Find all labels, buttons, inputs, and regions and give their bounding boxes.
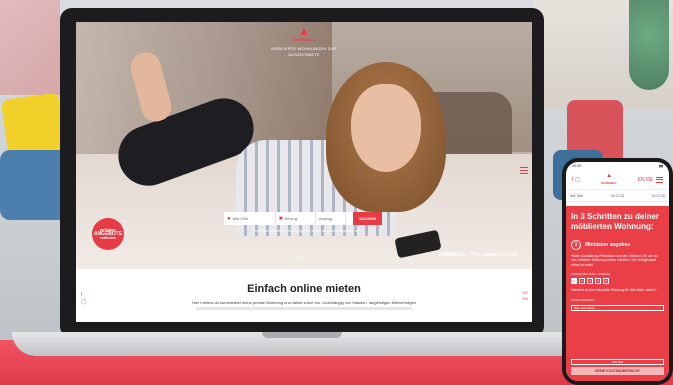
offers-badge[interactable]: verfügbare ANGEBOTE entdecken [92, 218, 124, 250]
hamburger-menu-icon[interactable] [520, 167, 528, 174]
step-text: Wähle Ausstattung, Reisedauer und den Ze… [571, 254, 658, 267]
plant [629, 0, 669, 90]
phone-header: f ◯ ▲ DAREBELL EN DE [566, 170, 669, 190]
step-label: Mietdaten angeben [585, 242, 631, 248]
location-pin-icon: ● [227, 215, 231, 222]
phone-location[interactable]: Alle Orte [570, 194, 583, 198]
hero-feet [127, 49, 175, 125]
social-links: f ◯ [81, 292, 87, 306]
lang-en[interactable]: EN [522, 296, 528, 302]
brand-logo[interactable]: ▲ DAREBELL [292, 25, 316, 42]
signal-icon: ▮▮ [659, 164, 663, 168]
search-bar: ● Alle Orte ■ Einzug Auszug SUCHEN [224, 212, 382, 225]
checkin-placeholder: Einzug [284, 216, 297, 221]
wall-picture [0, 0, 60, 95]
phone-menu-icon[interactable] [656, 176, 663, 183]
location-value: Alle Orte [232, 216, 249, 221]
search-hint: Finde deine perfekte Wohnung oder schau … [252, 229, 360, 233]
persons-selector: 1 2 3 4 5 [571, 278, 664, 285]
step-number: 1 [571, 240, 581, 250]
persons-label: PERSONEN (INKL. KINDER) [571, 272, 611, 277]
checkout-field[interactable]: Auszug [316, 212, 346, 225]
scroll-down-chevron-icon[interactable]: ⌄ [298, 252, 305, 261]
brand-claim: DAREBELL - The simplest choice. [439, 252, 520, 258]
section-text-line [196, 307, 412, 310]
phone-title: In 3 Schritten zu deiner möblierten Wohn… [571, 212, 660, 231]
checkin-field[interactable]: ■ Einzug [276, 212, 316, 225]
location-select[interactable]: ● Alle Orte [224, 212, 276, 225]
calendar-icon: ■ [279, 215, 283, 222]
language-switch: DE EN [522, 290, 528, 302]
cost-overview-button[interactable]: DEINE KOSTENÜBERSICHT [571, 367, 664, 375]
phone-header-right: EN DE [638, 176, 663, 183]
apartment-type-select[interactable]: Bitte auswählen [571, 304, 664, 311]
instagram-icon[interactable]: ◯ [81, 299, 87, 306]
phone-screen: 10:23 ▮▮ f ◯ ▲ DAREBELL EN DE Alle Orte 2… [566, 162, 669, 381]
phone-status-bar: 10:23 ▮▮ [566, 162, 669, 170]
step-1: 1 Mietdaten angeben [571, 240, 664, 250]
phone-logo[interactable]: ▲ DAREBELL [601, 173, 617, 187]
phone-search: Alle Orte 22.07.22 24.07.22 [566, 190, 669, 202]
select-label: WOHNUNGSART [571, 297, 596, 302]
badge-line3: entdecken [100, 236, 116, 240]
persons-option[interactable]: 1 [571, 278, 577, 285]
hero-face [351, 84, 421, 172]
phone-date-from[interactable]: 22.07.22 [611, 194, 624, 198]
phone-date-to[interactable]: 24.07.22 [652, 194, 665, 198]
checkout-placeholder: Auszug [319, 216, 333, 221]
phone-lang[interactable]: EN DE [638, 177, 653, 183]
phone-facebook-icon[interactable]: f ◯ [572, 177, 580, 183]
intro-section: Einfach online mieten Hier mietest du ko… [76, 269, 532, 322]
brand-name: DAREBELL [292, 37, 317, 42]
question-text: Möchtest du eine komplette Wohnung für d… [571, 288, 657, 293]
section-heading: Einfach online mieten [247, 283, 361, 295]
search-button[interactable]: SUCHEN [353, 212, 382, 225]
persons-option[interactable]: 3 [587, 278, 593, 285]
persons-option[interactable]: 2 [579, 278, 585, 285]
phone-time: 10:23 [572, 164, 581, 168]
laptop-notch [262, 332, 342, 338]
next-button[interactable]: WEITER [571, 359, 664, 365]
brand-bell-icon: ▲ [298, 24, 310, 38]
persons-option[interactable]: 5 [603, 278, 609, 285]
laptop-screen: ▲ DAREBELL MÖBLIERTE WOHNUNGEN ZUR AUSZE… [76, 22, 532, 322]
hero-tagline: MÖBLIERTE WOHNUNGEN ZUR AUSZEITMIETE [271, 46, 337, 57]
persons-option[interactable]: 4 [595, 278, 601, 285]
phone-brand-name: DAREBELL [600, 180, 618, 185]
phone-steps-panel: In 3 Schritten zu deiner möblierten Wohn… [566, 206, 669, 381]
section-text: Hier mietest du komfortabel deine privat… [191, 300, 417, 305]
facebook-icon[interactable]: f [81, 292, 87, 299]
